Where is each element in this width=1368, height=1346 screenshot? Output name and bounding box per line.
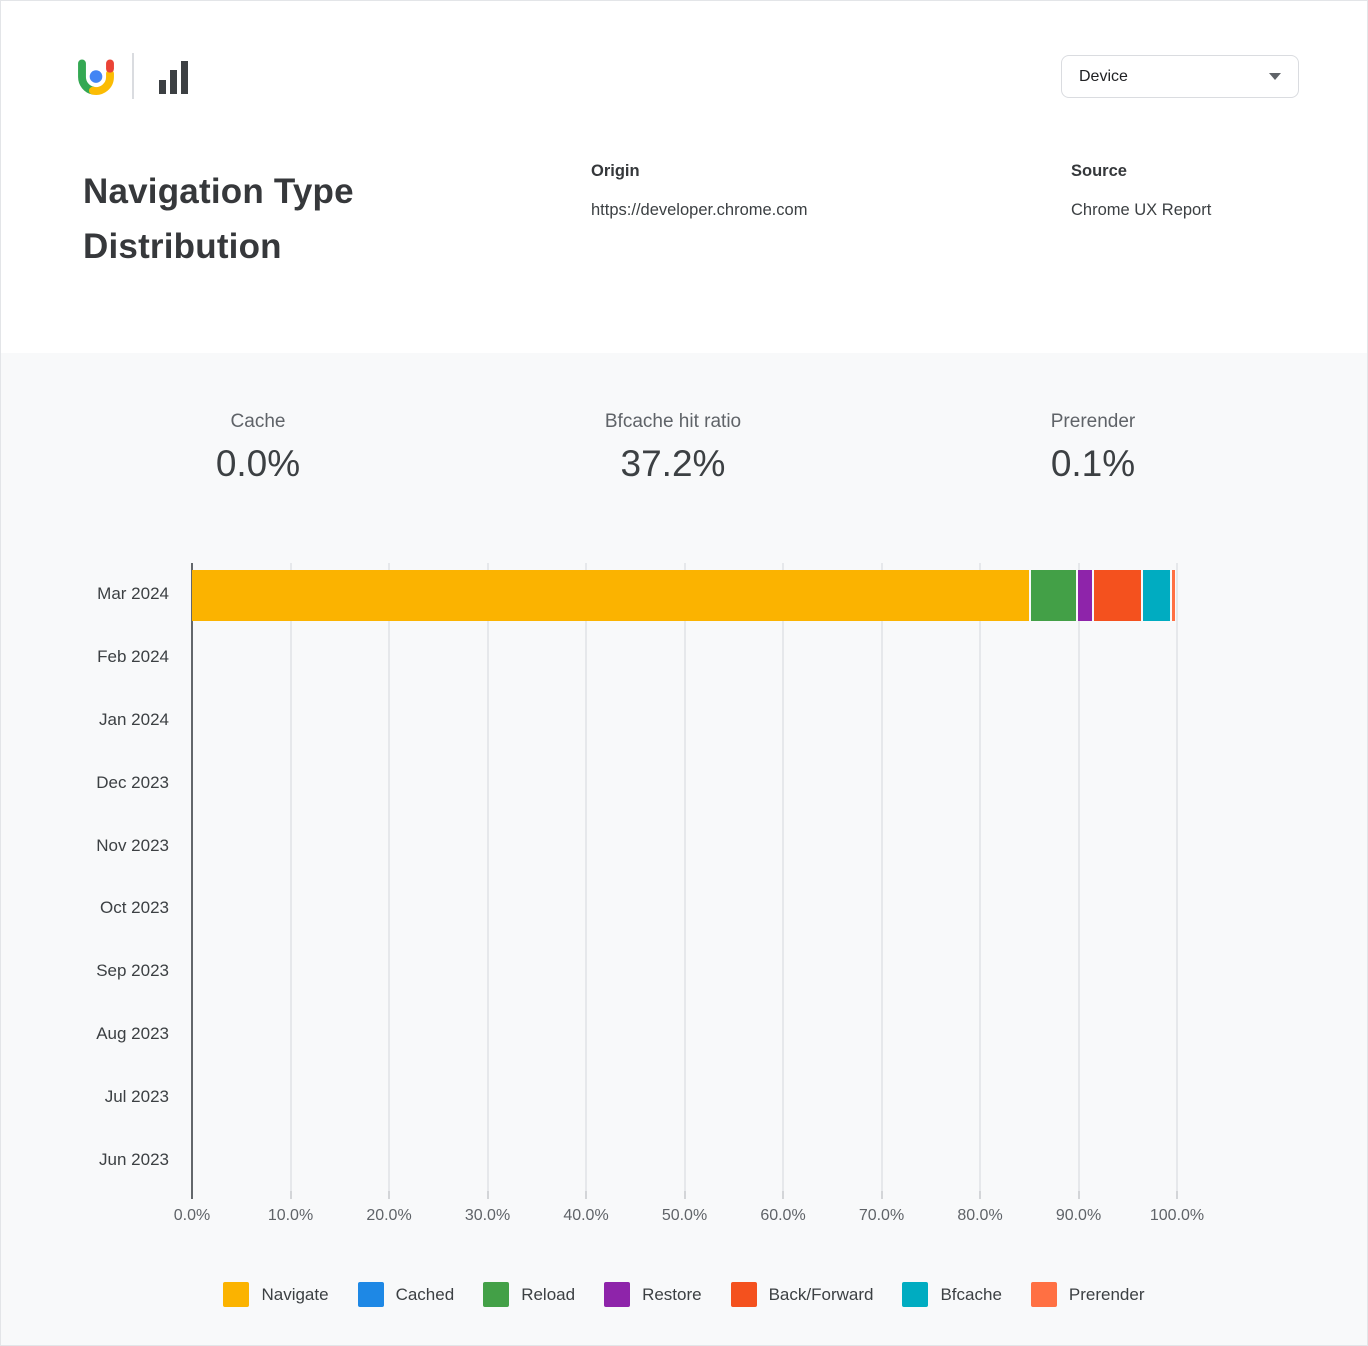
device-dropdown[interactable]: Device — [1061, 55, 1299, 98]
bar-chart-icon — [159, 61, 189, 94]
kpi-prerender-label: Prerender — [1051, 411, 1136, 433]
y-axis-label: Aug 2023 — [19, 1024, 169, 1044]
x-axis-label: 100.0% — [1150, 1207, 1204, 1225]
legend-swatch — [902, 1282, 928, 1307]
x-axis-label: 60.0% — [760, 1207, 805, 1225]
legend-swatch — [1031, 1282, 1057, 1307]
bar-segment-back-forward[interactable] — [1094, 570, 1141, 621]
crux-logo-icon — [75, 56, 117, 98]
legend-label: Restore — [642, 1285, 702, 1305]
legend-item-restore: Restore — [604, 1282, 702, 1307]
axis-tick — [684, 1191, 686, 1199]
legend-swatch — [604, 1282, 630, 1307]
y-axis-label: Jul 2023 — [19, 1087, 169, 1107]
origin-label: Origin — [591, 162, 807, 181]
origin-value: https://developer.chrome.com — [591, 201, 807, 220]
y-axis-label: Jun 2023 — [19, 1150, 169, 1170]
axis-tick — [1078, 1191, 1080, 1199]
y-axis-label: Oct 2023 — [19, 898, 169, 918]
plot-area: Mar 2024Feb 2024Jan 2024Dec 2023Nov 2023… — [192, 563, 1177, 1191]
x-axis-label: 80.0% — [957, 1207, 1002, 1225]
x-axis-label: 70.0% — [859, 1207, 904, 1225]
kpi-prerender-value: 0.1% — [1051, 443, 1136, 485]
y-axis-label: Feb 2024 — [19, 647, 169, 667]
gridline — [782, 563, 784, 1191]
legend-item-cached: Cached — [358, 1282, 455, 1307]
bar-segment-reload[interactable] — [1031, 570, 1076, 621]
legend-label: Prerender — [1069, 1285, 1145, 1305]
legend-item-navigate: Navigate — [223, 1282, 328, 1307]
kpi-cache: Cache 0.0% — [216, 411, 300, 485]
kpi-bfcache-value: 37.2% — [605, 443, 741, 485]
gridline — [1176, 563, 1178, 1191]
axis-tick — [388, 1191, 390, 1199]
legend-item-bfcache: Bfcache — [902, 1282, 1001, 1307]
bar-segment-prerender[interactable] — [1172, 570, 1175, 621]
stacked-bar — [192, 570, 1177, 621]
legend-swatch — [358, 1282, 384, 1307]
x-axis-label: 40.0% — [563, 1207, 608, 1225]
x-axis-label: 50.0% — [662, 1207, 707, 1225]
chart-legend: Navigate Cached Reload Restore Back/Forward B… — [1, 1282, 1367, 1307]
bar-segment-restore[interactable] — [1078, 570, 1092, 621]
kpi-cache-value: 0.0% — [216, 443, 300, 485]
gridline — [290, 563, 292, 1191]
x-axis-label: 10.0% — [268, 1207, 313, 1225]
kpi-bfcache-hit-ratio: Bfcache hit ratio 37.2% — [605, 411, 741, 485]
axis-tick — [782, 1191, 784, 1199]
kpi-cache-label: Cache — [216, 411, 300, 433]
y-axis-label: Mar 2024 — [19, 584, 169, 604]
origin-meta: Origin https://developer.chrome.com — [591, 162, 807, 220]
legend-label: Back/Forward — [769, 1285, 874, 1305]
x-axis-label: 30.0% — [465, 1207, 510, 1225]
x-axis-label: 0.0% — [174, 1207, 210, 1225]
legend-label: Reload — [521, 1285, 575, 1305]
y-axis-label: Jan 2024 — [19, 710, 169, 730]
y-axis-label: Dec 2023 — [19, 773, 169, 793]
source-meta: Source Chrome UX Report — [1071, 162, 1211, 220]
gridline — [979, 563, 981, 1191]
legend-swatch — [223, 1282, 249, 1307]
axis-tick — [290, 1191, 292, 1199]
gridline — [1078, 563, 1080, 1191]
gridline — [487, 563, 489, 1191]
kpi-bfcache-label: Bfcache hit ratio — [605, 411, 741, 433]
x-axis-label: 90.0% — [1056, 1207, 1101, 1225]
y-axis-label: Nov 2023 — [19, 836, 169, 856]
crux-dashboard-page: Device Navigation Type Distribution Orig… — [0, 0, 1368, 1346]
device-dropdown-label: Device — [1079, 68, 1128, 86]
axis-tick — [881, 1191, 883, 1199]
legend-swatch — [483, 1282, 509, 1307]
axis-tick — [191, 1191, 193, 1199]
legend-item-prerender: Prerender — [1031, 1282, 1145, 1307]
gridline — [684, 563, 686, 1191]
brand-divider — [132, 53, 134, 99]
legend-label: Navigate — [261, 1285, 328, 1305]
source-value: Chrome UX Report — [1071, 201, 1211, 220]
axis-tick — [487, 1191, 489, 1199]
axis-tick — [979, 1191, 981, 1199]
legend-item-reload: Reload — [483, 1282, 575, 1307]
page-title: Navigation Type Distribution — [83, 164, 483, 274]
chevron-down-icon — [1269, 73, 1281, 80]
legend-item-back-forward: Back/Forward — [731, 1282, 874, 1307]
kpi-prerender: Prerender 0.1% — [1051, 411, 1136, 485]
axis-tick — [585, 1191, 587, 1199]
axis-tick — [1176, 1191, 1178, 1199]
gridline — [585, 563, 587, 1191]
x-axis-label: 20.0% — [366, 1207, 411, 1225]
legend-label: Bfcache — [940, 1285, 1001, 1305]
gridline — [881, 563, 883, 1191]
y-axis-line — [191, 563, 193, 1191]
bar-segment-navigate[interactable] — [192, 570, 1029, 621]
chart-row: Mar 2024 — [192, 563, 1177, 626]
crux-logo[interactable] — [75, 56, 117, 98]
y-axis-label: Sep 2023 — [19, 961, 169, 981]
legend-swatch — [731, 1282, 757, 1307]
source-label: Source — [1071, 162, 1211, 181]
bar-segment-bfcache[interactable] — [1143, 570, 1170, 621]
legend-label: Cached — [396, 1285, 455, 1305]
gridline — [388, 563, 390, 1191]
